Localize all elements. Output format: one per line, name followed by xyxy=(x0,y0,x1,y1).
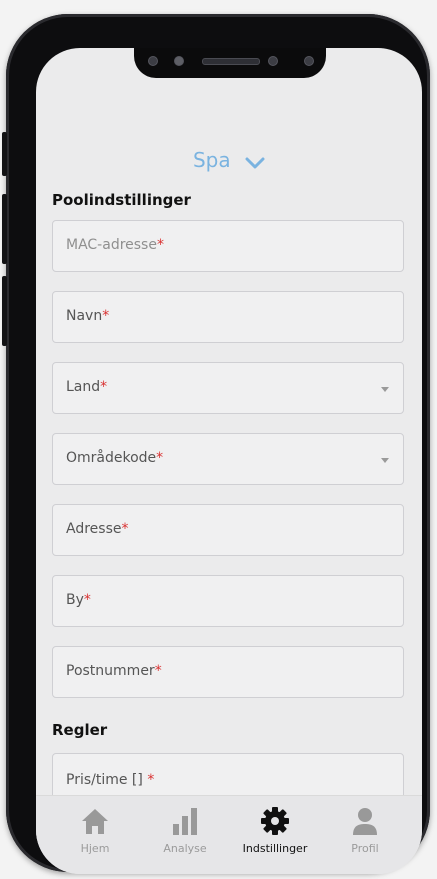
tab-label: Analyse xyxy=(163,842,207,855)
field-label: Områdekode* xyxy=(66,450,164,466)
tab-analysis[interactable]: Analyse xyxy=(140,806,230,855)
app-screen: Spa Poolindstillinger MAC-adresse* Navn*… xyxy=(36,48,422,874)
camera-dot xyxy=(148,56,158,66)
home-icon xyxy=(50,806,140,838)
pool-selector[interactable]: Spa xyxy=(36,148,422,174)
country-select[interactable]: Land* xyxy=(52,362,404,414)
pool-selector-label: Spa xyxy=(192,148,231,172)
area-code-select[interactable]: Områdekode* xyxy=(52,433,404,485)
chevron-down-icon xyxy=(245,150,265,174)
field-label: By* xyxy=(66,592,91,608)
notch xyxy=(134,48,326,78)
sensor-dot xyxy=(174,56,184,66)
user-icon xyxy=(320,806,410,838)
dropdown-caret-icon xyxy=(381,458,389,463)
postal-code-field[interactable]: Postnummer* xyxy=(52,646,404,698)
tab-label: Profil xyxy=(351,842,379,855)
field-label: Adresse* xyxy=(66,521,129,537)
front-camera xyxy=(304,56,314,66)
section-heading-pool-settings: Poolindstillinger xyxy=(52,191,191,209)
tab-label: Hjem xyxy=(80,842,110,855)
tab-settings[interactable]: Indstillinger xyxy=(230,806,320,855)
dropdown-caret-icon xyxy=(381,387,389,392)
field-label: Navn* xyxy=(66,308,110,324)
tab-label: Indstillinger xyxy=(242,842,308,855)
tab-profile[interactable]: Profil xyxy=(320,806,410,855)
city-field[interactable]: By* xyxy=(52,575,404,627)
section-heading-rules: Regler xyxy=(52,721,108,739)
mute-switch xyxy=(2,132,7,176)
sensor-dot xyxy=(268,56,278,66)
field-label: Land* xyxy=(66,379,108,395)
mac-address-field[interactable]: MAC-adresse* xyxy=(52,220,404,272)
bottom-tab-bar: Hjem Analyse Indstillinger Profil xyxy=(36,795,422,874)
field-label: Pris/time [] * xyxy=(66,772,155,788)
field-label: MAC-adresse* xyxy=(66,237,164,253)
name-field[interactable]: Navn* xyxy=(52,291,404,343)
phone-frame: Spa Poolindstillinger MAC-adresse* Navn*… xyxy=(2,14,430,874)
speaker-grille xyxy=(202,58,260,65)
tab-home[interactable]: Hjem xyxy=(50,806,140,855)
volume-down-button xyxy=(2,276,7,346)
volume-up-button xyxy=(2,194,7,264)
field-label: Postnummer* xyxy=(66,663,162,679)
gear-icon xyxy=(230,806,320,838)
address-field[interactable]: Adresse* xyxy=(52,504,404,556)
bar-chart-icon xyxy=(140,806,230,838)
